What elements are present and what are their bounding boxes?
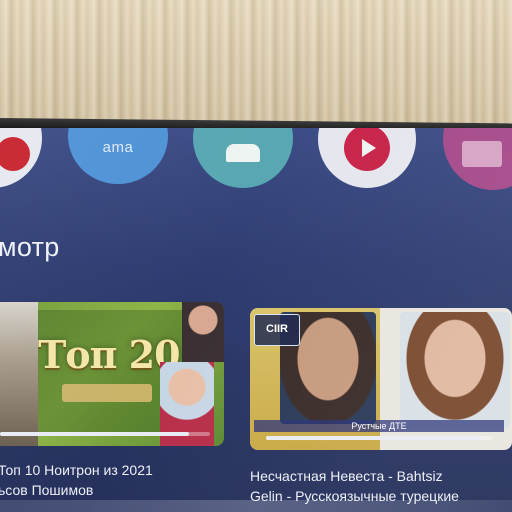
tv-screen-icon (462, 141, 502, 167)
amazon-app-label: ama (102, 138, 134, 156)
thumbnail-person-top (182, 302, 224, 362)
video-title-1-line-1: Топ 10 Ноитрон из 2021 (0, 462, 153, 478)
section-title: мотр (0, 232, 60, 262)
thumbnail-person-left (0, 302, 38, 446)
amazon-prime-app-icon[interactable]: ama (68, 128, 168, 184)
thumbnail-title-text: Топ 20 (38, 332, 181, 377)
youtube-dot-icon (0, 137, 30, 171)
video-title-1[interactable]: Топ 10 Ноитрон из 2021 ьсов Пошимов (0, 460, 228, 500)
android-app-icon[interactable] (193, 128, 293, 188)
youtube-app-icon[interactable] (0, 128, 42, 188)
video-title-2-line-1: Несчастная Невеста - Bahtsiz (250, 468, 443, 484)
video-title-1-line-2: ьсов Пошимов (0, 482, 94, 498)
tv-screen: ama мотр Топ 20 Топ 10 Ноитрон из 2021 ь… (0, 128, 512, 512)
tv-app-icon[interactable] (443, 128, 512, 190)
thumbnail-woman-face (400, 312, 510, 428)
android-shape-icon (226, 144, 260, 162)
video-progress-2 (266, 436, 492, 440)
video-progress-1 (0, 432, 210, 436)
video-thumbnail-2[interactable]: CIIR Рустчые ДТЕ (250, 308, 512, 450)
video-progress-fill-2 (266, 436, 481, 440)
play-triangle-icon (362, 139, 376, 157)
wall-shading (0, 0, 512, 124)
video-thumbnail-1[interactable]: Топ 20 (0, 302, 224, 446)
thumbnail-banner (62, 384, 152, 402)
channel-badge: CIIR (254, 314, 300, 346)
video-progress-fill-1 (0, 432, 189, 436)
thumbnail-caption: Рустчые ДТЕ (254, 420, 504, 432)
play-circle-icon (344, 128, 390, 171)
media-player-app-icon[interactable] (318, 128, 416, 188)
next-row-text (0, 500, 512, 512)
